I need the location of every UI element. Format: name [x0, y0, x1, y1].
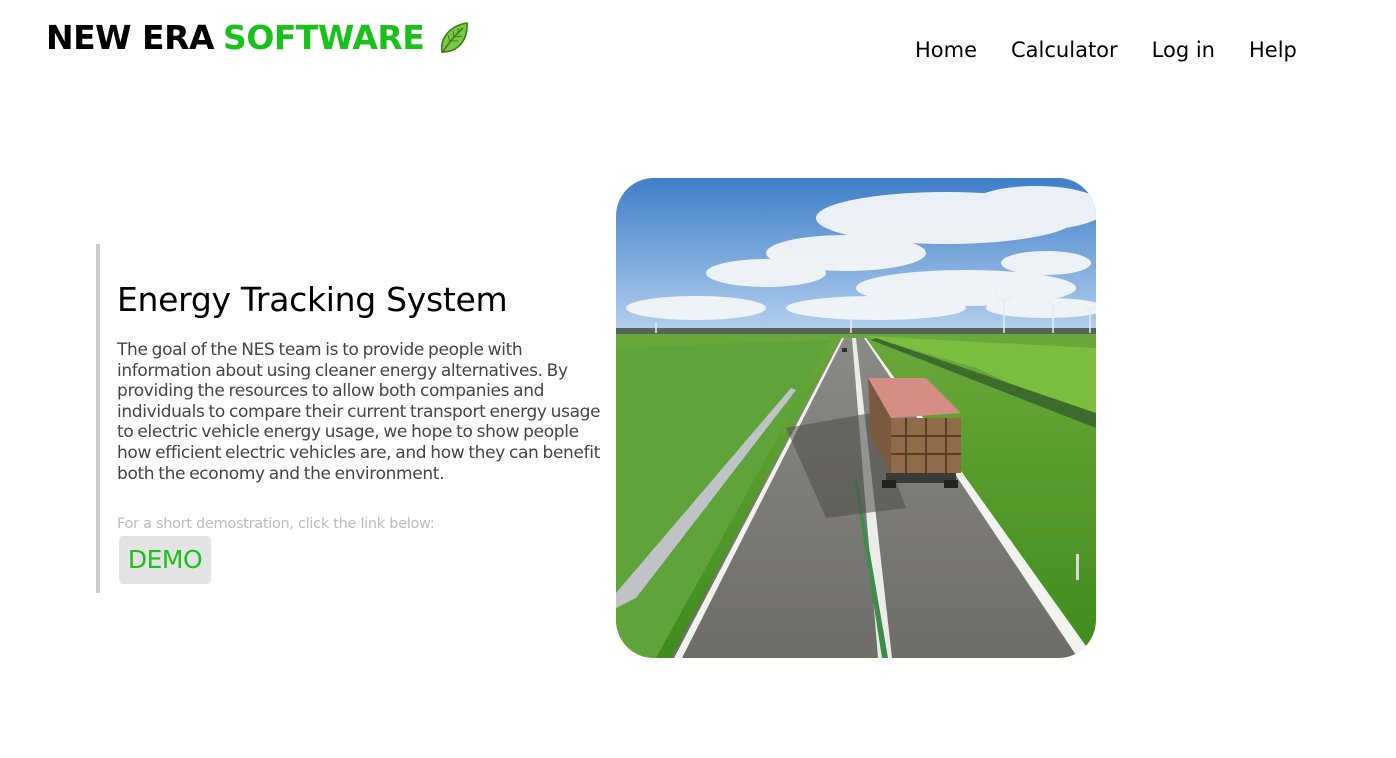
nav-calculator[interactable]: Calculator [1011, 36, 1118, 64]
intro-description: The goal of the NES team is to provide p… [117, 340, 601, 484]
nav-home[interactable]: Home [915, 36, 977, 64]
hero-image [616, 178, 1096, 658]
nav-log-in[interactable]: Log in [1152, 36, 1215, 64]
nav-help[interactable]: Help [1249, 36, 1297, 64]
main-nav: Home Calculator Log in Help [915, 36, 1297, 64]
logo-text-software: SOFTWARE [223, 18, 425, 57]
page-title: Energy Tracking System [117, 280, 508, 319]
logo-text-new-era: NEW ERA [46, 18, 215, 57]
demo-button[interactable]: DEMO [119, 536, 211, 584]
demo-hint: For a short demostration, click the link… [117, 516, 435, 532]
site-logo[interactable]: NEW ERA SOFTWARE [46, 18, 470, 58]
intro-section: Energy Tracking System The goal of the N… [96, 244, 601, 593]
leaf-icon [441, 22, 469, 54]
